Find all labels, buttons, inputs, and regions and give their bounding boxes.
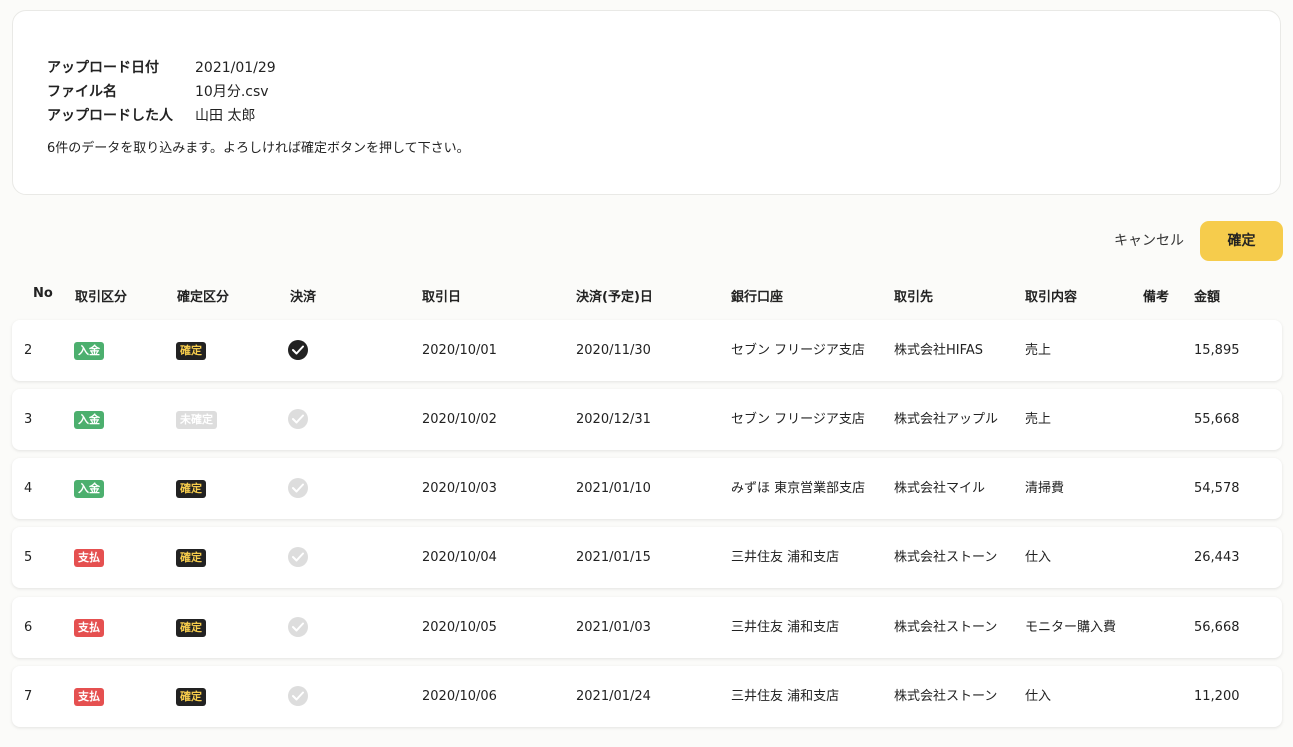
cell-date: 2020/10/06 [422,689,497,704]
header-content: 取引内容 [1025,290,1078,305]
table-row[interactable]: 2 入金 確定 2020/10/01 2020/11/30 セブン フリージア支店 株式会社… [12,320,1282,381]
status-badge: 確定 [176,549,206,567]
cancel-button[interactable]: キャンセル [1106,222,1192,260]
confirm-button[interactable]: 確定 [1200,221,1283,261]
uploader-value: 山田 太郎 [195,108,256,124]
header-status: 確定区分 [177,290,230,305]
header-amount: 金額 [1194,290,1221,305]
upload-date-label: アップロード日付 [47,60,159,76]
cell-amount: 11,200 [1194,689,1240,704]
type-badge: 支払 [74,549,104,567]
cell-account: セブン フリージア支店 [731,343,865,358]
cell-partner: 株式会社ストーン [894,550,998,565]
cell-no: 5 [24,550,33,565]
header-due-date: 決済(予定)日 [576,290,653,305]
settled-check-icon[interactable] [288,547,308,567]
table-row[interactable]: 3 入金 未確定 2020/10/02 2020/12/31 セブン フリージア支店 株式会… [12,389,1282,450]
cell-no: 6 [24,620,33,635]
type-badge: 入金 [74,342,104,360]
type-badge: 支払 [74,688,104,706]
status-badge: 確定 [176,342,206,360]
cell-date: 2020/10/05 [422,620,497,635]
cell-content: モニター購入費 [1025,620,1117,635]
cell-no: 4 [24,481,33,496]
header-account: 銀行口座 [731,290,784,305]
upload-date-row: アップロード日付 2021/01/29 [47,59,276,77]
cell-content: 仕入 [1025,550,1052,565]
file-name-label: ファイル名 [47,84,117,100]
cell-account: セブン フリージア支店 [731,412,865,427]
header-settled: 決済 [290,290,317,305]
cell-date: 2020/10/04 [422,550,497,565]
status-badge: 確定 [176,688,206,706]
file-name-value: 10月分.csv [195,84,269,100]
settled-check-icon[interactable] [288,409,308,429]
cell-no: 2 [24,343,33,358]
cell-due-date: 2021/01/15 [576,550,651,565]
cell-partner: 株式会社アップル [894,412,999,427]
type-badge: 入金 [74,480,104,498]
cell-account: 三井住友 浦和支店 [731,689,840,704]
table-row[interactable]: 4 入金 確定 2020/10/03 2021/01/10 みずほ 東京営業部支店 株式会社… [12,458,1282,519]
cell-content: 売上 [1025,412,1052,427]
cell-partner: 株式会社ストーン [894,689,998,704]
import-note: 6件のデータを取り込みます。よろしければ確定ボタンを押して下さい。 [47,141,470,156]
upload-date-value: 2021/01/29 [195,60,276,76]
cell-due-date: 2020/11/30 [576,343,651,358]
settled-check-icon[interactable] [288,617,308,637]
cell-amount: 54,578 [1194,481,1240,496]
cell-amount: 55,668 [1194,412,1240,427]
settled-check-icon[interactable] [288,340,308,360]
cell-partner: 株式会社HIFAS [894,343,984,358]
cell-amount: 15,895 [1194,343,1240,358]
status-badge: 確定 [176,619,206,637]
uploader-label: アップロードした人 [47,108,173,124]
cell-partner: 株式会社マイル [894,481,986,496]
table-row[interactable]: 7 支払 確定 2020/10/06 2021/01/24 三井住友 浦和支店 株式会社スト… [12,666,1282,727]
cell-no: 3 [24,412,33,427]
cell-partner: 株式会社ストーン [894,620,998,635]
header-date: 取引日 [422,290,462,305]
cell-no: 7 [24,689,33,704]
table-row[interactable]: 5 支払 確定 2020/10/04 2021/01/15 三井住友 浦和支店 株式会社スト… [12,527,1282,588]
table-row[interactable]: 6 支払 確定 2020/10/05 2021/01/03 三井住友 浦和支店 株式会社スト… [12,597,1282,658]
cell-account: 三井住友 浦和支店 [731,550,840,565]
cell-amount: 56,668 [1194,620,1240,635]
cell-content: 仕入 [1025,689,1052,704]
cell-date: 2020/10/01 [422,343,497,358]
cell-account: 三井住友 浦和支店 [731,620,840,635]
cell-date: 2020/10/02 [422,412,497,427]
uploader-row: アップロードした人 山田 太郎 [47,107,255,125]
header-partner: 取引先 [894,290,934,305]
settled-check-icon[interactable] [288,686,308,706]
type-badge: 入金 [74,411,104,429]
cell-date: 2020/10/03 [422,481,497,496]
type-badge: 支払 [74,619,104,637]
header-memo: 備考 [1143,290,1170,305]
cell-content: 清掃費 [1025,481,1065,496]
cell-amount: 26,443 [1194,550,1240,565]
header-no: No [33,286,53,301]
header-type: 取引区分 [75,290,128,305]
cell-due-date: 2021/01/10 [576,481,651,496]
cell-due-date: 2021/01/03 [576,620,651,635]
status-badge: 確定 [176,480,206,498]
status-badge: 未確定 [176,411,217,429]
cell-due-date: 2021/01/24 [576,689,651,704]
file-name-row: ファイル名 10月分.csv [47,83,269,101]
cell-content: 売上 [1025,343,1052,358]
upload-info-card: アップロード日付 2021/01/29 ファイル名 10月分.csv アップロードし… [12,10,1281,195]
cell-account: みずほ 東京営業部支店 [731,481,866,496]
settled-check-icon[interactable] [288,478,308,498]
cell-due-date: 2020/12/31 [576,412,651,427]
